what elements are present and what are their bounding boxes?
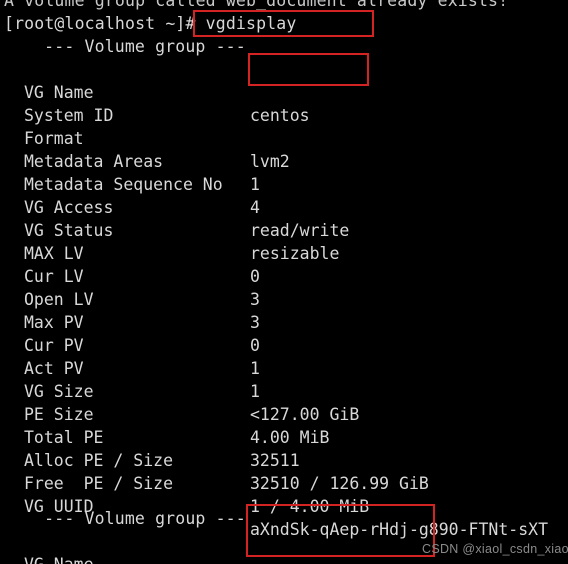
- volume-group-header-2: --- Volume group ---: [24, 509, 246, 528]
- volume-group-header-1: --- Volume group ---: [24, 37, 246, 56]
- clipped-previous-output-line: A volume group called web_document alrea…: [4, 0, 509, 10]
- csdn-watermark: CSDN @xiaol_csdn_xiaol: [422, 542, 568, 556]
- shell-prompt-command-line: [root@localhost ~]# vgdisplay: [4, 14, 297, 33]
- terminal-window[interactable]: A volume group called web_document alrea…: [0, 0, 568, 564]
